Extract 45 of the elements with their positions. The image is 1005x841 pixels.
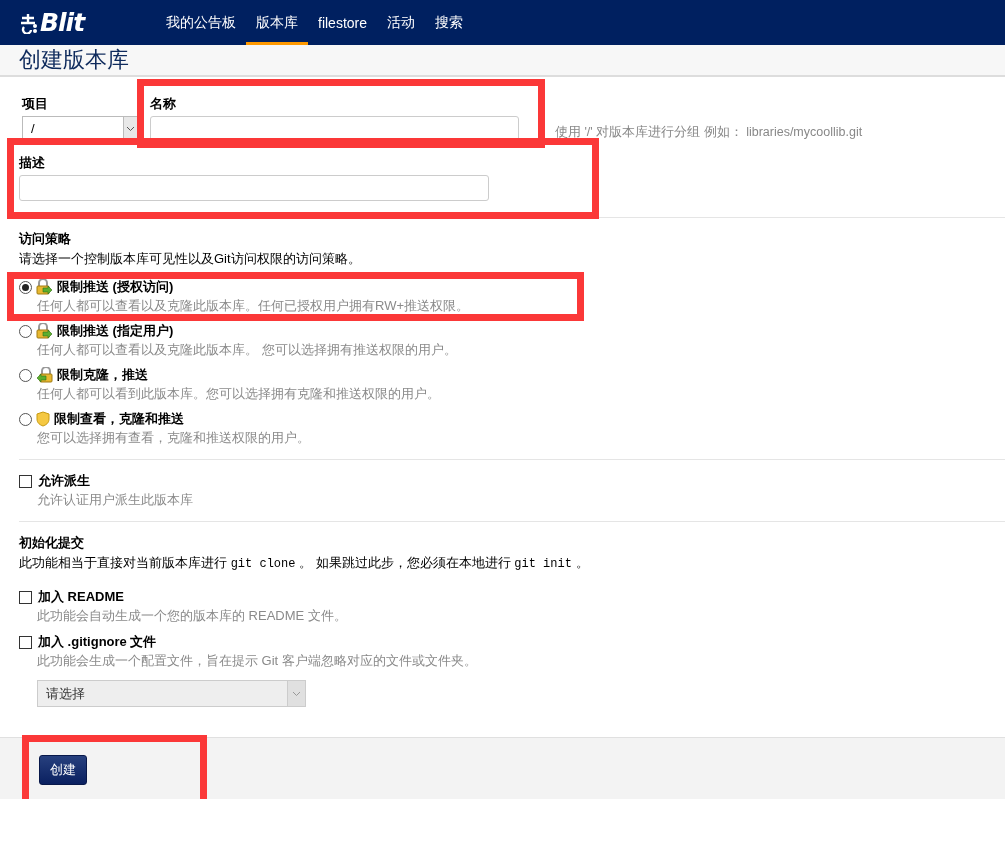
checkbox-label: 加入 README bbox=[38, 588, 124, 606]
checkbox-label: 允许派生 bbox=[38, 472, 90, 490]
description-field[interactable] bbox=[19, 175, 489, 201]
lock-arrow-icon bbox=[36, 367, 53, 383]
section-description: 请选择一个控制版本库可见性以及Git访问权限的访问策略。 bbox=[19, 250, 362, 268]
field-label: 名称 bbox=[150, 95, 177, 113]
logo-text: Blit bbox=[40, 8, 85, 37]
option-label: 限制推送 (指定用户) bbox=[57, 322, 174, 340]
radio-button[interactable] bbox=[19, 280, 32, 294]
radio-button[interactable] bbox=[19, 368, 32, 382]
page-title: 创建版本库 bbox=[19, 46, 129, 74]
create-button[interactable]: 创建 bbox=[39, 755, 87, 785]
nav-tab[interactable]: 我的公告板 bbox=[156, 0, 246, 45]
checkbox[interactable] bbox=[19, 635, 32, 649]
checkbox[interactable] bbox=[19, 590, 32, 604]
option-description: 任何人都可以查看以及克隆此版本库。任何已授权用户拥有RW+推送权限。 bbox=[36, 297, 470, 315]
nav-tab[interactable]: 活动 bbox=[377, 0, 426, 45]
lock-arrow-icon bbox=[36, 279, 53, 295]
logo-icon bbox=[19, 11, 39, 34]
hint-text: 使用 '/' 对版本库进行分组 例如： libraries/mycoollib.git bbox=[555, 124, 863, 141]
section-title: 访问策略 bbox=[19, 230, 72, 248]
caret-icon bbox=[126, 125, 135, 132]
shield-icon bbox=[36, 411, 50, 427]
gitignore-select[interactable]: 请选择 bbox=[37, 680, 306, 707]
section-description: 此功能相当于直接对当前版本库进行 git clone 。 如果跳过此步，您必须在本地进行 git init 。 bbox=[19, 554, 590, 572]
section-title: 初始化提交 bbox=[19, 534, 85, 552]
option-description: 任何人都可以看到此版本库。您可以选择拥有克隆和推送权限的用户。 bbox=[36, 385, 441, 403]
option-label: 限制查看，克隆和推送 bbox=[54, 410, 184, 428]
option-label: 限制推送 (授权访问) bbox=[57, 278, 174, 296]
lock-arrow-icon bbox=[36, 323, 53, 339]
option-description: 此功能会生成一个配置文件，旨在提示 Git 客户端忽略对应的文件或文件夹。 bbox=[36, 652, 478, 670]
checkbox[interactable] bbox=[19, 474, 32, 488]
nav-tab[interactable]: 搜索 bbox=[425, 0, 474, 45]
option-description: 此功能会自动生成一个您的版本库的 README 文件。 bbox=[36, 607, 348, 625]
option-description: 您可以选择拥有查看，克隆和推送权限的用户。 bbox=[36, 429, 311, 447]
checkbox-label: 加入 .gitignore 文件 bbox=[38, 633, 157, 651]
option-description: 任何人都可以查看以及克隆此版本库。 您可以选择拥有推送权限的用户。 bbox=[36, 341, 458, 359]
nav-tab[interactable]: filestore bbox=[308, 0, 378, 45]
field-label: 描述 bbox=[19, 154, 46, 172]
radio-button[interactable] bbox=[19, 412, 32, 426]
option-label: 限制克隆，推送 bbox=[57, 366, 148, 384]
radio-button[interactable] bbox=[19, 324, 32, 338]
caret-icon bbox=[292, 690, 301, 697]
option-description: 允许认证用户派生此版本库 bbox=[36, 491, 194, 509]
field-label: 项目 bbox=[22, 95, 49, 113]
